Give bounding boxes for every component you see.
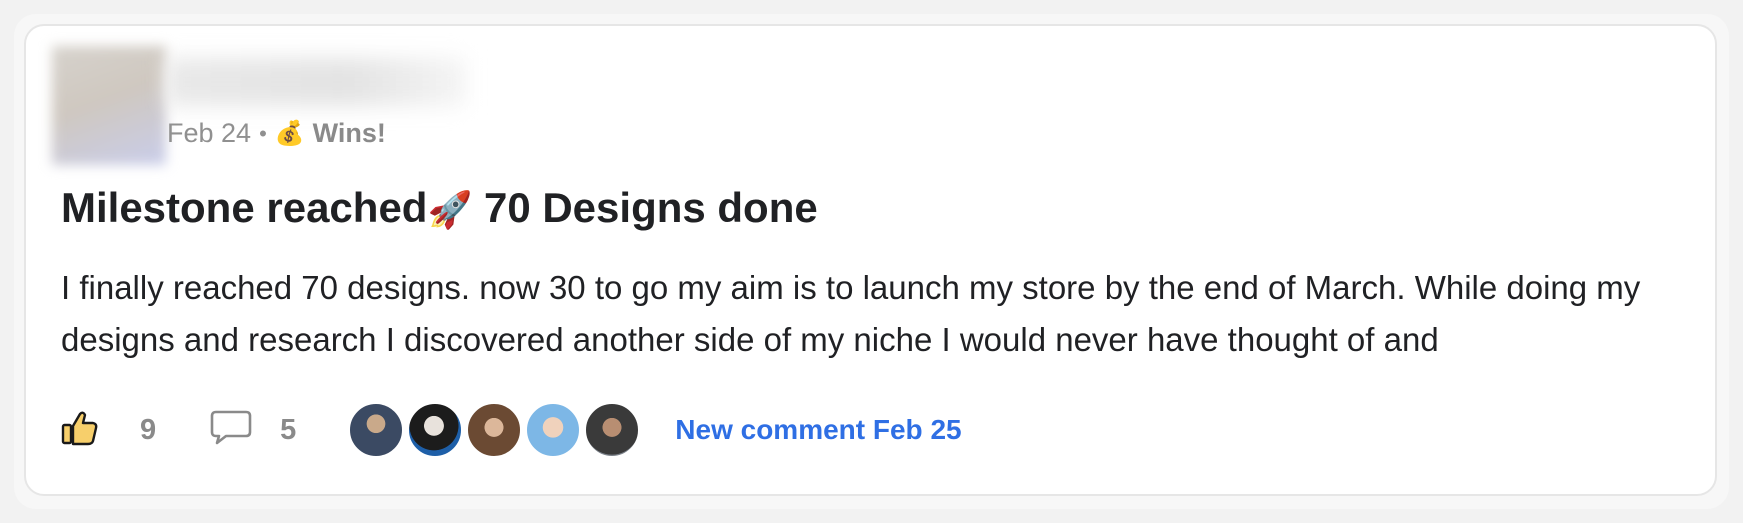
commenter-avatars[interactable]	[348, 402, 643, 458]
post-meta: Feb 24 • 💰 Wins!	[167, 118, 386, 149]
post-category[interactable]: Wins!	[313, 118, 386, 149]
commenter-avatar[interactable]	[584, 402, 641, 458]
post-body: I finally reached 70 designs. now 30 to …	[61, 269, 1641, 358]
post-date: Feb 24	[167, 118, 252, 148]
commenter-avatar[interactable]	[348, 402, 405, 458]
post-title-end: 70 Designs done	[472, 184, 818, 231]
meta-separator: •	[259, 120, 267, 146]
post-footer: 9 5 New comment Feb 25	[60, 400, 962, 460]
author-avatar[interactable]	[52, 46, 166, 165]
rocket-icon: 🚀	[427, 189, 473, 230]
post-title-start: Milestone reached	[61, 184, 428, 231]
like-count: 9	[140, 413, 157, 446]
commenter-avatar[interactable]	[466, 402, 523, 458]
comment-count: 5	[280, 413, 297, 446]
money-bag-icon: 💰	[274, 120, 305, 147]
commenter-avatar[interactable]	[525, 402, 582, 458]
commenter-avatar[interactable]	[407, 402, 464, 458]
comment-button[interactable]: 5	[210, 409, 296, 452]
post-title[interactable]: Milestone reached🚀 70 Designs done	[61, 184, 818, 232]
like-button[interactable]: 9	[60, 408, 156, 453]
speech-bubble-icon[interactable]	[210, 409, 252, 452]
author-name-redacted	[166, 58, 466, 106]
new-comment-link[interactable]: New comment Feb 25	[675, 414, 961, 446]
thumbs-up-icon[interactable]	[60, 408, 100, 453]
